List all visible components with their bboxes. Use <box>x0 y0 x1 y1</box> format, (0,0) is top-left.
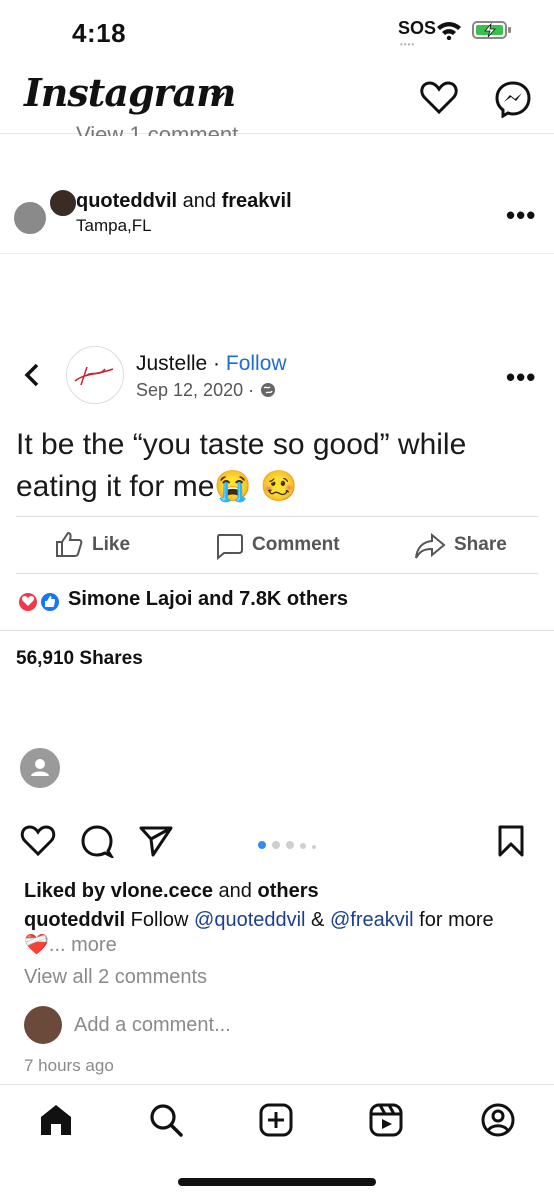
reaction-icons <box>16 590 64 614</box>
sos-indicator: SOS <box>398 18 437 38</box>
view-comment-link-cut[interactable]: View 1 comment <box>76 122 238 136</box>
liked-prefix: Liked by <box>24 880 111 902</box>
instagram-logo[interactable]: Instagram <box>24 70 236 115</box>
messenger-icon[interactable] <box>494 80 532 118</box>
globe-icon <box>259 381 277 399</box>
fb-post-text: It be the “you taste so good” while eati… <box>16 428 467 503</box>
view-all-comments-link[interactable]: View all 2 comments <box>24 966 207 989</box>
sos-dots: •••• <box>400 40 416 49</box>
share-arrow-icon <box>414 532 446 560</box>
fb-comment-label: Comment <box>252 534 340 555</box>
divider <box>0 630 554 631</box>
comment-bubble-icon <box>214 532 244 560</box>
caption-text: Follow <box>125 909 195 931</box>
fb-post-date: Sep 12, 2020 · <box>136 380 260 400</box>
default-avatar <box>20 748 60 788</box>
fb-follow-sep: · <box>207 352 226 375</box>
current-user-avatar <box>24 1006 62 1044</box>
fb-reactions-text: Simone Lajoi and 7.8K others <box>68 588 349 610</box>
post-caption: quoteddvil Follow @quoteddvil & @freakvi… <box>24 908 524 958</box>
more-options-icon[interactable]: ••• <box>506 200 536 231</box>
like-heart-icon[interactable] <box>20 824 56 856</box>
post-timestamp: 7 hours ago <box>24 1056 114 1075</box>
fb-more-options-icon: ••• <box>506 362 537 392</box>
send-icon[interactable] <box>138 824 174 858</box>
bookmark-icon[interactable] <box>496 824 526 858</box>
pager-dot <box>300 843 306 849</box>
pager-dot <box>272 841 280 849</box>
heart-icon[interactable] <box>420 80 458 114</box>
home-icon[interactable] <box>38 1102 74 1138</box>
profile-icon[interactable] <box>480 1102 516 1138</box>
chevron-down-icon[interactable] <box>210 90 226 102</box>
post-location[interactable]: Tampa,FL <box>76 216 152 236</box>
fb-author-line: Justelle · Follow <box>136 352 287 376</box>
home-indicator <box>178 1178 376 1186</box>
user-avatar[interactable] <box>12 200 48 236</box>
caption-text: for more <box>413 909 494 931</box>
fb-follow-link: Follow <box>225 352 287 375</box>
add-comment-input[interactable]: Add a comment... <box>74 1014 231 1037</box>
liked-user[interactable]: vlone.cece <box>111 880 213 902</box>
caption-emoji: ❤️‍🩹 <box>24 934 49 956</box>
collab-username[interactable]: freakvil <box>222 190 292 212</box>
fb-post-date-line: Sep 12, 2020 · <box>136 380 277 401</box>
liked-by-line[interactable]: Liked by vlone.cece and others <box>24 880 319 903</box>
fb-share-label: Share <box>454 534 507 555</box>
liked-others[interactable]: others <box>257 880 318 902</box>
collab-avatar[interactable] <box>48 188 78 218</box>
search-icon[interactable] <box>148 1102 184 1138</box>
fb-like-label: Like <box>92 534 131 555</box>
username[interactable]: quoteddvil <box>76 190 177 212</box>
create-icon[interactable] <box>258 1102 294 1138</box>
pager-dot <box>286 841 294 849</box>
post-usernames[interactable]: quoteddvil and freakvil <box>76 190 292 213</box>
caption-text: & <box>305 909 330 931</box>
caption-username[interactable]: quoteddvil <box>24 909 125 931</box>
like-icon <box>54 530 84 558</box>
reels-icon[interactable] <box>368 1102 404 1138</box>
pager-dot <box>312 845 316 849</box>
mention-link[interactable]: @freakvil <box>330 909 414 931</box>
fb-share-count: 56,910 Shares <box>16 648 143 669</box>
battery-charging-icon <box>472 20 512 40</box>
back-chevron-icon <box>22 362 42 388</box>
carousel-pager <box>258 836 322 854</box>
status-time: 4:18 <box>72 18 127 48</box>
and-text: and <box>177 190 222 212</box>
mention-link[interactable]: @quoteddvil <box>194 909 305 931</box>
liked-mid: and <box>213 880 258 902</box>
fb-author-avatar <box>66 346 124 404</box>
wifi-icon <box>436 20 462 40</box>
comment-icon[interactable] <box>80 824 114 858</box>
caption-more-link[interactable]: ... more <box>49 934 117 956</box>
fb-author-name: Justelle <box>136 352 208 375</box>
pager-dot-active <box>258 841 266 849</box>
